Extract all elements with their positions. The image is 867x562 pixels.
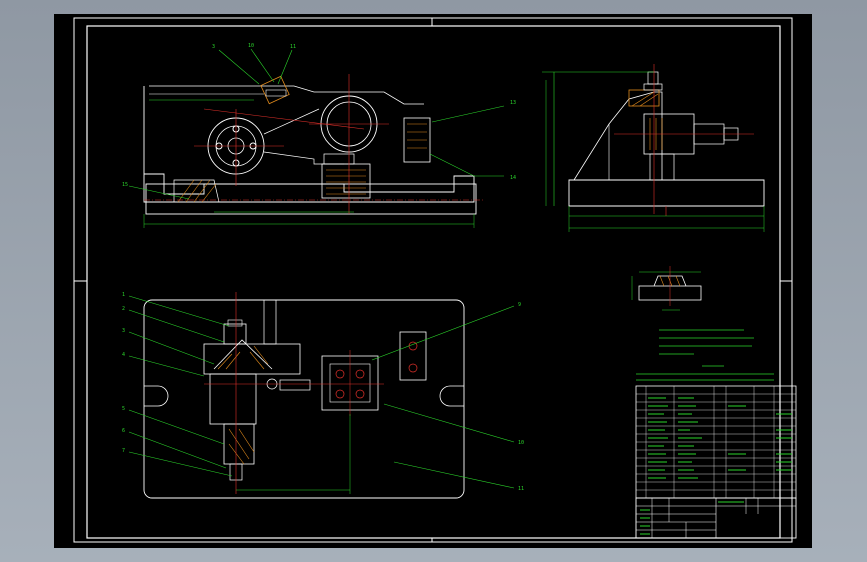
svg-text:3: 3 [122,328,125,334]
parts-list [635,385,797,499]
svg-text:6: 6 [122,428,125,434]
svg-text:5: 5 [122,406,125,412]
svg-text:9: 9 [518,302,521,308]
inner-frame [86,25,781,539]
drawing-canvas: 3 10 11 13 14 15 1 2 3 4 5 6 7 9 10 11 [73,17,797,543]
outer-border [73,17,793,543]
svg-text:11: 11 [518,486,524,492]
svg-text:7: 7 [122,448,125,454]
svg-text:13: 13 [510,100,516,106]
svg-text:10: 10 [248,43,254,49]
svg-text:1: 1 [122,292,125,298]
svg-text:10: 10 [518,440,524,446]
side-view [542,64,765,232]
top-view: 1 2 3 4 5 6 7 9 10 11 [122,292,524,499]
cad-viewport[interactable]: 3 10 11 13 14 15 1 2 3 4 5 6 7 9 10 11 [0,0,867,562]
svg-text:15: 15 [122,182,128,188]
front-view: 3 10 11 13 14 15 [122,43,516,228]
drawing-sheet: 3 10 11 13 14 15 1 2 3 4 5 6 7 9 10 11 [54,14,812,548]
technical-notes [636,329,774,381]
svg-text:2: 2 [122,306,125,312]
title-block [635,497,797,539]
svg-text:4: 4 [122,352,125,358]
svg-text:3: 3 [212,44,215,50]
svg-text:11: 11 [290,44,296,50]
svg-text:14: 14 [510,175,516,181]
detail-view [631,266,702,311]
